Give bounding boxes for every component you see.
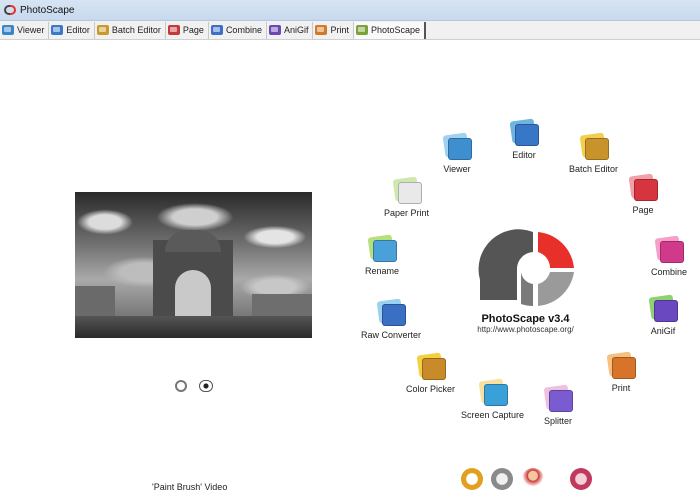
eye-icon[interactable]	[199, 380, 213, 392]
preview-photo	[75, 192, 312, 338]
editor-icon	[508, 118, 540, 148]
tools-icon[interactable]	[491, 468, 513, 490]
launcher-label: Page	[632, 205, 654, 215]
launcher-label: Print	[611, 383, 631, 393]
photoscape-logo-icon	[4, 4, 16, 16]
batch-editor-icon	[578, 132, 610, 162]
tab-editor[interactable]: Editor	[49, 21, 95, 39]
launcher-label: AniGif	[650, 326, 676, 336]
tab-photoscape[interactable]: PhotoScape	[354, 21, 427, 39]
launcher-combine[interactable]: Combine	[651, 235, 688, 277]
launcher-label: Batch Editor	[569, 164, 619, 174]
tab-bar: Viewer Editor Batch Editor Page Combine …	[0, 21, 700, 40]
launcher-label: Raw Converter	[361, 330, 422, 340]
tab-page[interactable]: Page	[166, 21, 209, 39]
tab-print[interactable]: Print	[313, 21, 354, 39]
page-icon	[627, 173, 659, 203]
launcher-label: Viewer	[443, 164, 471, 174]
launcher-color-picker[interactable]: Color Picker	[406, 352, 456, 394]
tab-label: Print	[330, 25, 349, 35]
tab-viewer[interactable]: Viewer	[0, 21, 50, 39]
launcher-label: Rename	[365, 266, 400, 276]
anigif-icon	[647, 294, 679, 324]
rename-icon	[366, 234, 398, 264]
launcher-anigif[interactable]: AniGif	[647, 294, 679, 336]
page-icon	[167, 25, 180, 35]
combine-icon	[653, 235, 685, 265]
tab-label: Editor	[66, 25, 90, 35]
splitter-icon	[542, 384, 574, 414]
rotate-icon[interactable]	[175, 380, 187, 392]
tab-label: AniGif	[283, 25, 309, 35]
launcher-screen-capture[interactable]: Screen Capture	[461, 378, 525, 420]
tab-label: Combine	[225, 25, 262, 35]
tab-anigif[interactable]: AniGif	[267, 21, 314, 39]
batch-editor-icon	[96, 25, 109, 35]
launcher-viewer[interactable]: Viewer	[441, 132, 473, 174]
launcher-label: Screen Capture	[461, 410, 525, 420]
window-title: PhotoScape	[20, 4, 75, 16]
help-icon[interactable]	[461, 468, 483, 490]
anigif-icon	[268, 25, 281, 35]
photoscape-center-logo	[478, 229, 574, 306]
editor-icon	[51, 25, 64, 35]
tab-label: Batch Editor	[111, 25, 161, 35]
brand-url[interactable]: http://www.photoscape.org/	[458, 325, 593, 334]
paper-print-icon	[391, 176, 423, 206]
launcher-page[interactable]: Page	[627, 173, 659, 215]
tab-batch-editor[interactable]: Batch Editor	[95, 21, 166, 39]
launcher-raw-converter[interactable]: Raw Converter	[361, 298, 422, 340]
brand-name: PhotoScape v3.4	[481, 313, 570, 325]
launcher-rename[interactable]: Rename	[365, 234, 400, 276]
tab-label: Viewer	[17, 25, 45, 35]
launcher-label: Paper Print	[384, 208, 430, 218]
tab-combine[interactable]: Combine	[209, 21, 267, 39]
raw-converter-icon	[375, 298, 407, 328]
launcher-label: Color Picker	[406, 384, 456, 394]
combine-icon	[210, 25, 223, 35]
launcher-print[interactable]: Print	[605, 351, 637, 393]
print-icon	[315, 25, 328, 35]
launcher-batch-editor[interactable]: Batch Editor	[569, 132, 619, 174]
photoscape-icon	[356, 25, 368, 35]
print-icon	[605, 351, 637, 381]
launcher-splitter[interactable]: Splitter	[542, 384, 574, 426]
paint-brush-video-link[interactable]: 'Paint Brush' Video	[152, 482, 227, 492]
launcher-paper-print[interactable]: Paper Print	[384, 176, 430, 218]
launcher-label: Splitter	[543, 416, 572, 426]
faq-icon[interactable]	[570, 468, 592, 490]
title-bar: PhotoScape	[0, 0, 700, 21]
launcher-label: Editor	[512, 150, 536, 160]
tab-label: Page	[182, 25, 204, 35]
color-picker-icon	[415, 352, 447, 382]
launcher-label: Combine	[651, 267, 688, 277]
tab-label: PhotoScape	[371, 25, 421, 35]
launcher-editor[interactable]: Editor	[508, 118, 540, 160]
people-icon[interactable]	[522, 468, 544, 490]
screen-capture-icon	[477, 378, 509, 408]
viewer-icon	[2, 25, 14, 35]
viewer-icon	[441, 132, 473, 162]
